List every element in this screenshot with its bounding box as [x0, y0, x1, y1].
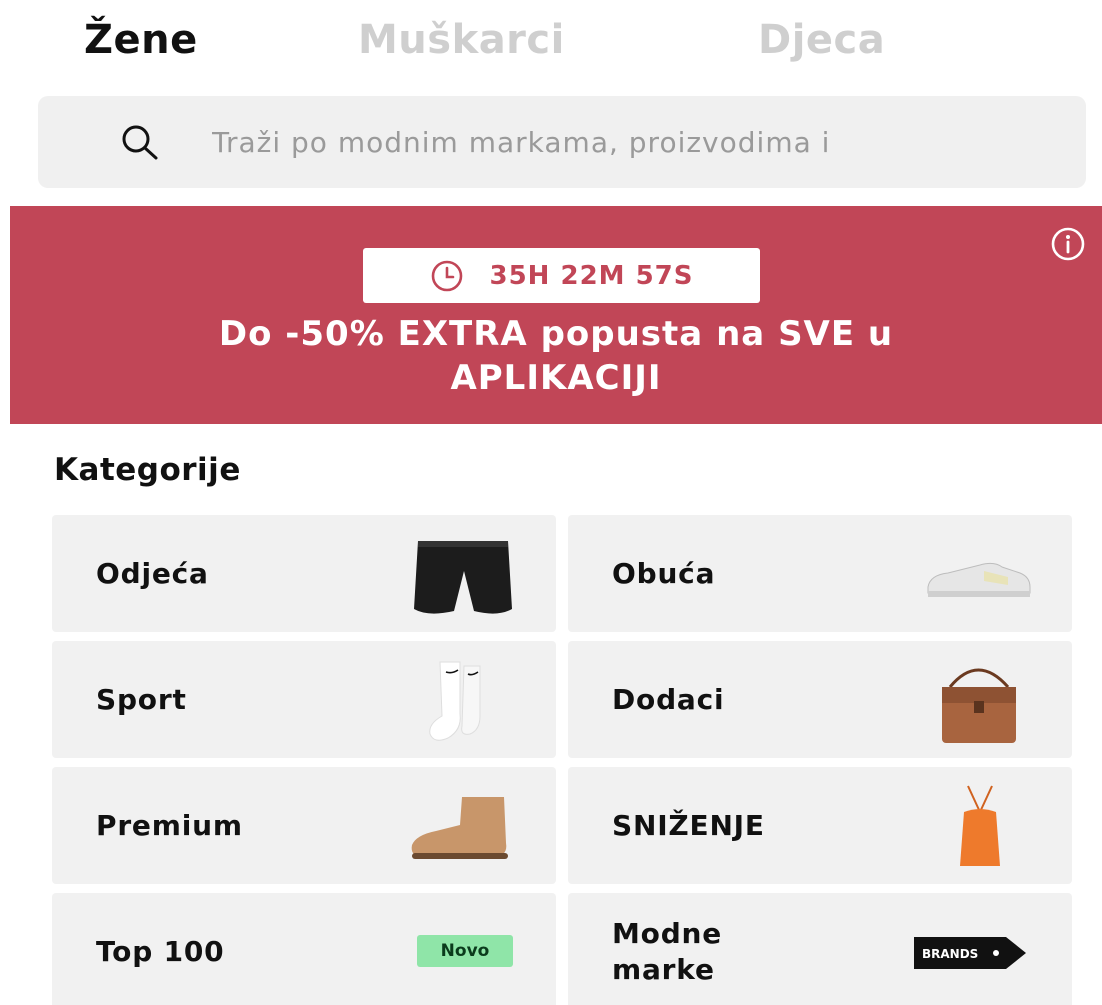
- categories-title: Kategorije: [54, 452, 241, 488]
- category-label: Premium: [96, 808, 243, 842]
- category-odjeca[interactable]: Odjeća: [52, 515, 556, 632]
- category-label: Obuća: [612, 556, 716, 590]
- promo-banner[interactable]: 35H 22M 57S Do -50% EXTRA popusta na SVE…: [10, 206, 1102, 424]
- shorts-image: [414, 541, 512, 614]
- category-dodaci[interactable]: Dodaci: [568, 641, 1072, 758]
- boot-image: [411, 797, 508, 859]
- category-obuca[interactable]: Obuća: [568, 515, 1072, 632]
- brands-tag-icon: BRANDS: [914, 937, 1026, 969]
- countdown-text: 35H 22M 57S: [489, 260, 694, 291]
- category-label: Dodaci: [612, 682, 725, 716]
- brands-tag-text: BRANDS: [922, 947, 978, 961]
- category-label: Sport: [96, 682, 187, 716]
- category-premium[interactable]: Premium: [52, 767, 556, 884]
- countdown-timer: 35H 22M 57S: [363, 248, 760, 303]
- socks-image: [429, 661, 481, 741]
- new-badge: Novo: [417, 935, 513, 967]
- category-snizenje[interactable]: SNIŽENJE: [568, 767, 1072, 884]
- category-sport[interactable]: Sport: [52, 641, 556, 758]
- info-icon[interactable]: [1050, 226, 1086, 262]
- tab-zene[interactable]: Žene: [84, 14, 198, 66]
- tab-djeca[interactable]: Djeca: [758, 14, 885, 66]
- promo-headline: Do -50% EXTRA popusta na SVE u APLIKACIJ…: [10, 312, 1102, 400]
- gender-tabs: Žene Muškarci Djeca: [0, 14, 1102, 74]
- category-top-100[interactable]: Top 100 Novo: [52, 893, 556, 1005]
- bag-image: [942, 668, 1016, 743]
- category-label: SNIŽENJE: [612, 808, 765, 842]
- tab-muskarci[interactable]: Muškarci: [358, 14, 565, 66]
- category-label: Odjeća: [96, 556, 209, 590]
- dress-image: [960, 785, 1000, 866]
- sneaker-image: [927, 562, 1031, 597]
- search-input[interactable]: [212, 120, 1072, 164]
- search-bar[interactable]: [38, 96, 1086, 188]
- category-label: Top 100: [96, 934, 225, 968]
- clock-icon: [432, 260, 463, 291]
- promo-headline-line-2: APLIKACIJI: [450, 358, 662, 398]
- category-modne-marke[interactable]: Modne marke BRANDS: [568, 893, 1072, 1005]
- promo-headline-line-1: Do -50% EXTRA popusta na SVE u: [218, 314, 894, 354]
- search-icon: [122, 125, 158, 160]
- category-label: Modne marke: [612, 916, 723, 986]
